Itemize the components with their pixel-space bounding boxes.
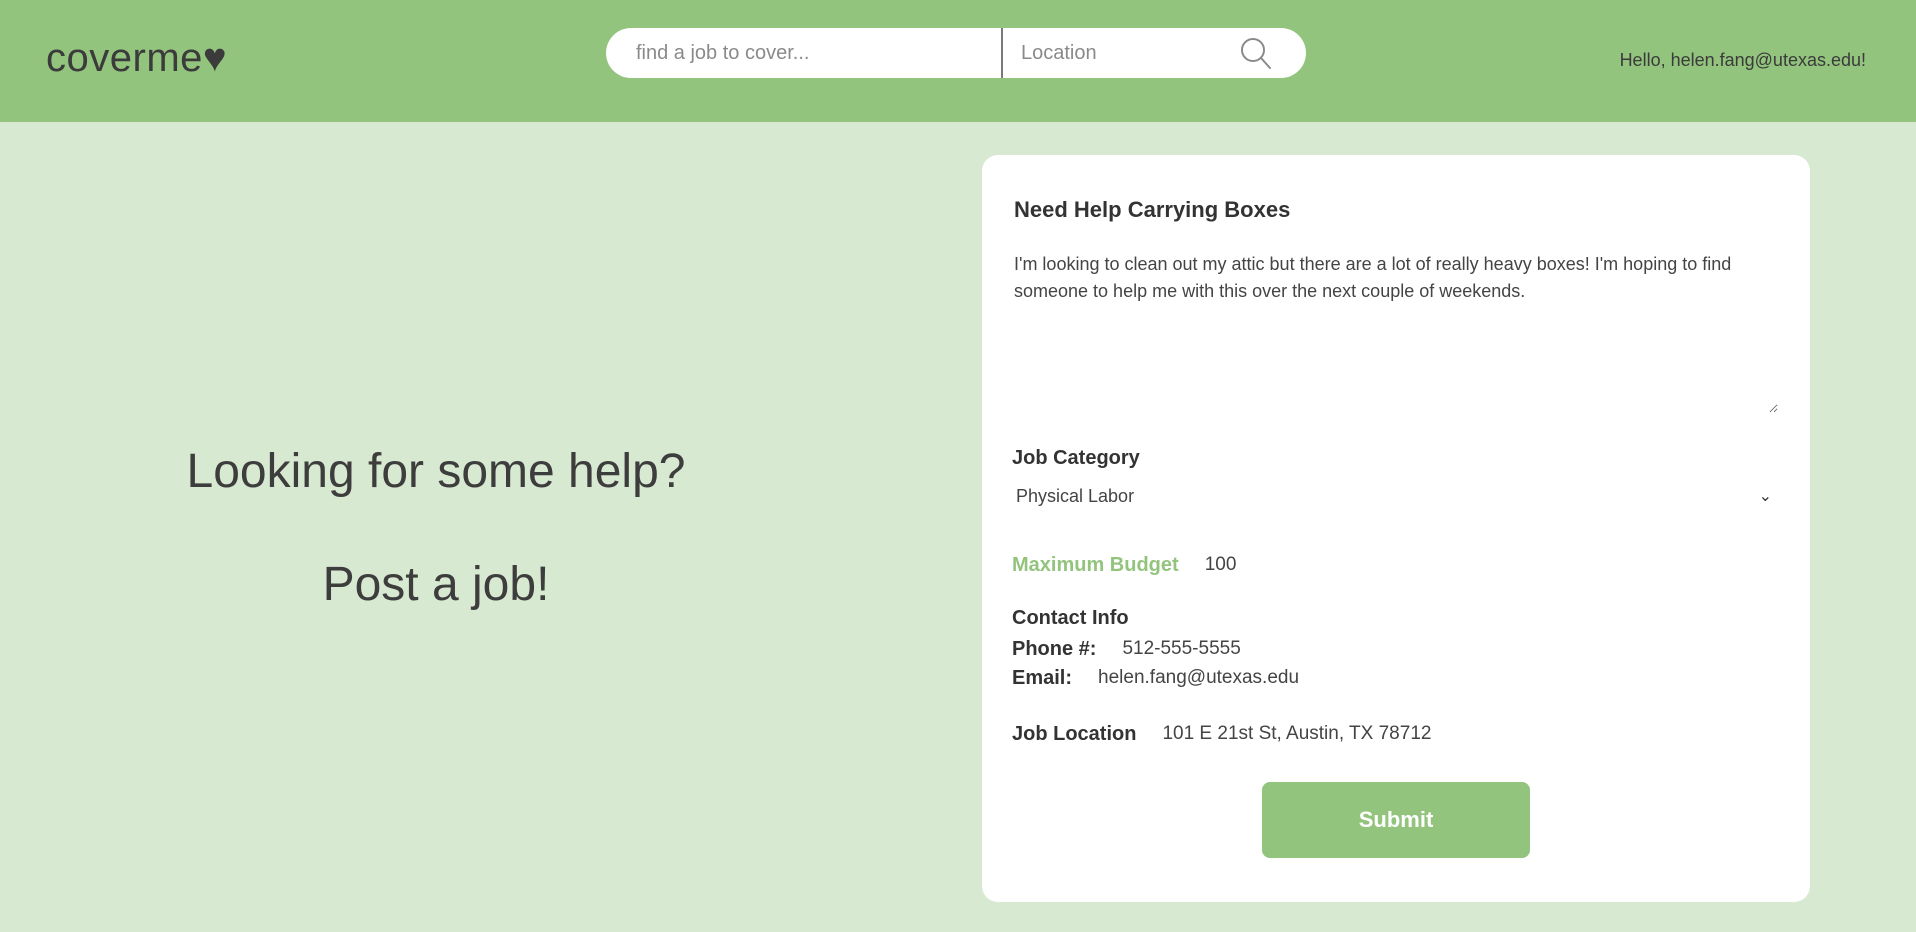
job-location-row: Job Location xyxy=(1012,719,1663,749)
email-row: Email: xyxy=(1012,664,1399,692)
job-location-label: Job Location xyxy=(1012,722,1137,745)
job-category-value: Physical Labor xyxy=(1016,485,1135,506)
top-header: coverme♥ Hello, helen.fang@utexas.edu! xyxy=(0,0,1916,122)
location-search-input[interactable] xyxy=(1003,28,1223,78)
job-title-input[interactable] xyxy=(1014,193,1774,227)
email-label: Email: xyxy=(1012,666,1073,689)
post-job-form: I'm looking to clean out my attic but th… xyxy=(982,155,1810,902)
budget-row: Maximum Budget xyxy=(1012,550,1325,580)
job-description-textarea[interactable]: I'm looking to clean out my attic but th… xyxy=(1014,251,1778,413)
budget-label: Maximum Budget xyxy=(1012,553,1179,576)
phone-input[interactable] xyxy=(1122,635,1423,663)
submit-button[interactable]: Submit xyxy=(1262,782,1530,858)
phone-row: Phone #: xyxy=(1012,635,1423,663)
job-category-select[interactable]: Physical Labor ⌄ xyxy=(1012,479,1776,513)
job-search-input[interactable] xyxy=(606,28,1001,78)
phone-label: Phone #: xyxy=(1012,637,1097,660)
user-greeting[interactable]: Hello, helen.fang@utexas.edu! xyxy=(1620,50,1866,71)
search-icon[interactable] xyxy=(1236,34,1276,74)
contact-info-label: Contact Info xyxy=(1012,607,1129,629)
budget-input[interactable] xyxy=(1204,550,1325,580)
job-location-input[interactable] xyxy=(1162,719,1663,749)
logo[interactable]: coverme♥ xyxy=(46,36,227,81)
job-category-label: Job Category xyxy=(1012,447,1140,469)
chevron-down-icon: ⌄ xyxy=(1758,488,1772,505)
email-input[interactable] xyxy=(1098,664,1399,692)
search-bar xyxy=(606,28,1306,78)
hero-subheading: Post a job! xyxy=(322,558,550,611)
hero-heading: Looking for some help? xyxy=(186,445,686,498)
